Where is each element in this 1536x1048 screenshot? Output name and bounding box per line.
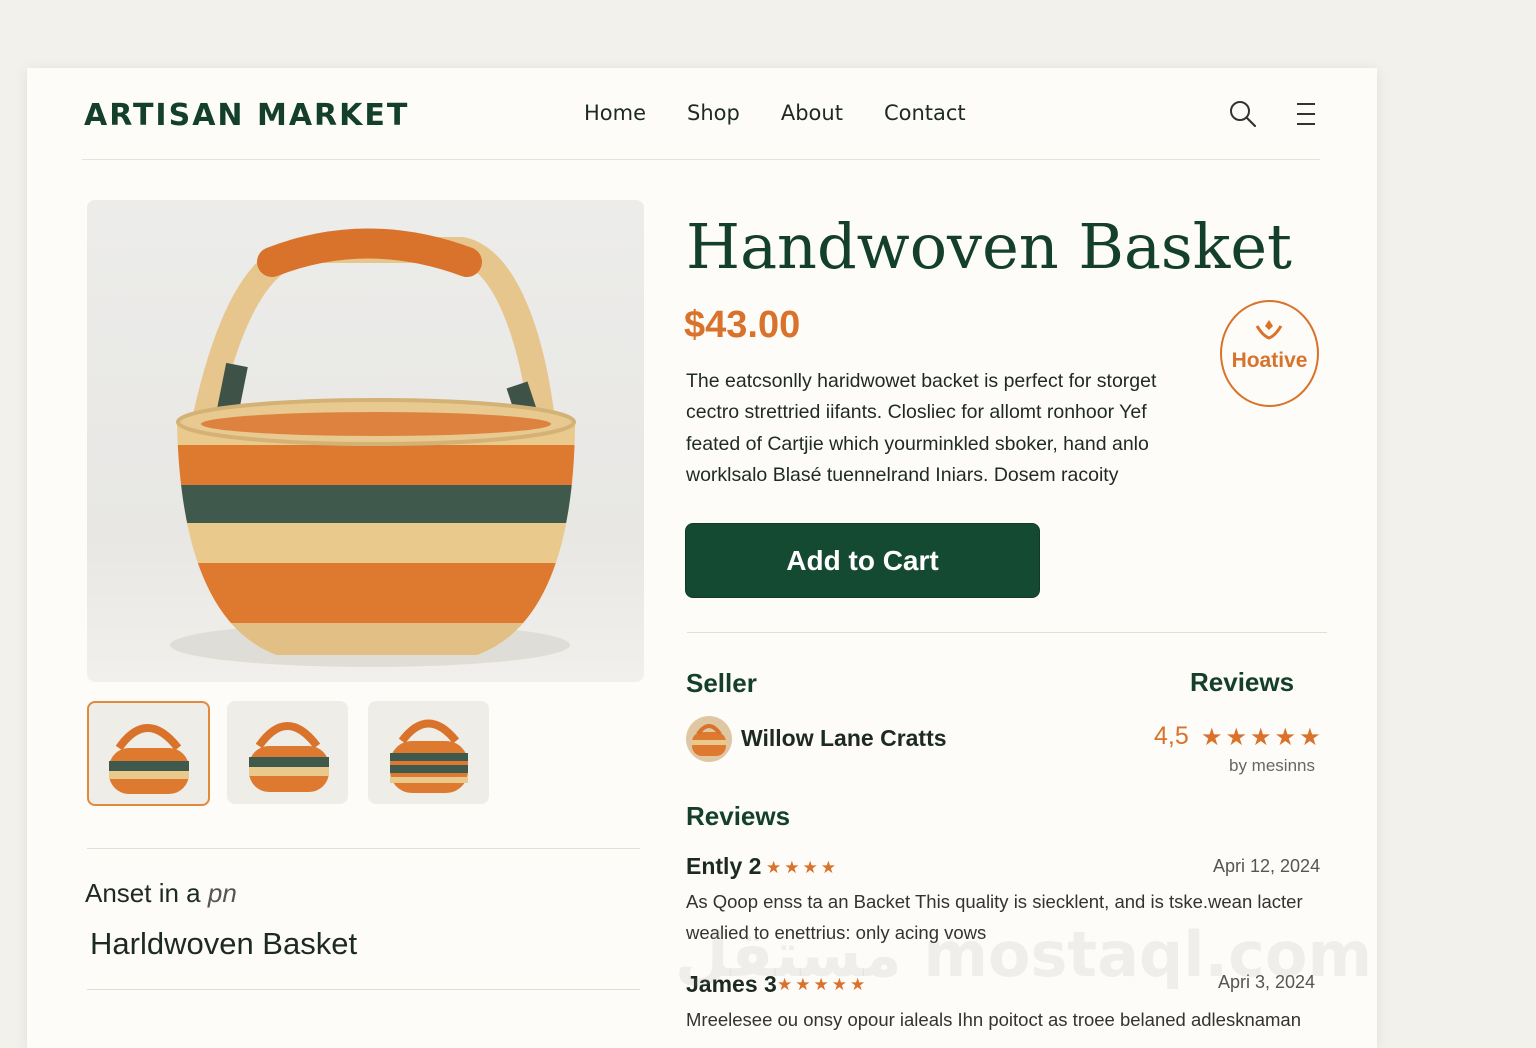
review-stars: ★★★★ [766, 858, 839, 877]
nav-home[interactable]: Home [584, 101, 646, 125]
details-divider [687, 632, 1327, 633]
artisan-heading-italic: pn [207, 878, 237, 908]
main-nav: Home Shop About Contact [584, 101, 1007, 125]
main-product-image[interactable] [87, 200, 644, 682]
product-description: The eatcsonlly haridwowet backet is perf… [686, 366, 1211, 491]
artisan-badge: Hoative [1220, 300, 1319, 407]
review-text: Mreelesee ou onsy opour ialeals Ihn poit… [686, 1009, 1302, 1030]
product-title: Handwoven Basket [686, 210, 1292, 283]
reviews-heading: Reviews [686, 801, 791, 831]
rating-byline: by mesinns [1229, 756, 1315, 775]
rating-stars: ★★★★★ [1201, 724, 1324, 751]
description-line: feated of Cartjie which yourminkled sbok… [686, 432, 1149, 455]
badge-label: Hoative [1231, 349, 1308, 372]
seller-name[interactable]: Willow Lane Cratts [741, 725, 947, 752]
search-icon[interactable] [1227, 98, 1259, 130]
leaf-icon [1255, 320, 1283, 340]
thumbnail-3[interactable] [368, 701, 489, 804]
page-card: ARTISAN MARKET Home Shop About Contact A… [27, 68, 1377, 1048]
rating-heading: Reviews [1190, 667, 1295, 697]
artisan-heading: Anset in a pn [85, 878, 237, 909]
product-price: $43.00 [684, 304, 801, 346]
description-line: worklsalo Blasé tuennelrand Iniars. Dose… [686, 463, 1119, 486]
nav-shop[interactable]: Shop [687, 101, 740, 125]
gallery-divider [87, 848, 640, 849]
seller-avatar[interactable] [686, 716, 732, 762]
reviewer-name: Ently 2 [686, 853, 762, 879]
review-date: Apri 12, 2024 [1213, 856, 1321, 876]
description-line: cectro strettried iifants. Closliec for … [686, 401, 1147, 424]
nav-about[interactable]: About [781, 101, 843, 125]
thumbnail-1[interactable] [87, 701, 210, 806]
add-to-cart-button[interactable]: Add to Cart [685, 523, 1040, 598]
artisan-heading-text: Anset in a [85, 878, 208, 908]
artisan-product-name: Harldwoven Basket [90, 926, 358, 961]
header-divider [82, 159, 1320, 160]
description-line: The eatcsonlly haridwowet backet is perf… [686, 370, 1157, 392]
hamburger-menu-icon[interactable] [1291, 98, 1323, 130]
seller-heading: Seller [686, 668, 757, 698]
nav-contact[interactable]: Contact [884, 101, 966, 125]
watermark: مستقل mostaql.com [675, 918, 1373, 991]
site-logo[interactable]: ARTISAN MARKET [84, 98, 409, 133]
thumbnail-2[interactable] [227, 701, 348, 804]
rating-score: 4,5 [1154, 722, 1189, 750]
artisan-divider [87, 989, 640, 990]
